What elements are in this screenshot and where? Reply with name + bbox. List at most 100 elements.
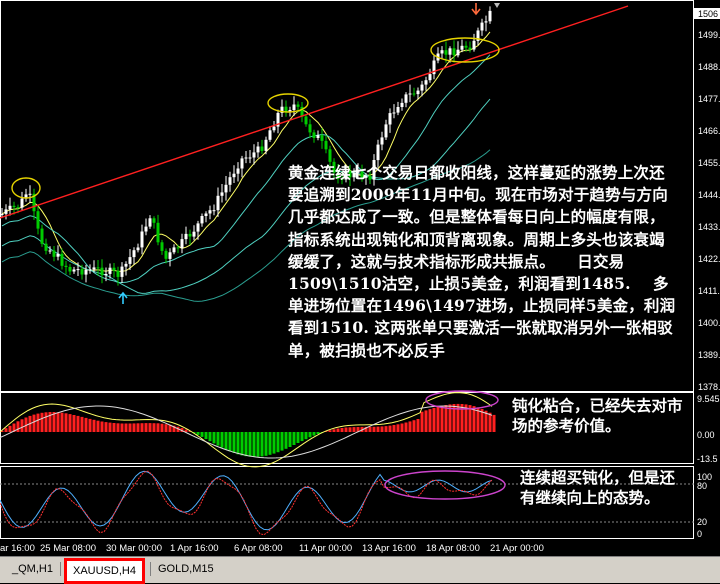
annotation-main: 黄金连续七个交易日都收阳线，这样蔓延的涨势上次还要追溯到2009年11月中旬。现… (288, 163, 676, 360)
time-label: 25 Mar 08:00 (40, 543, 96, 554)
macd-bar (112, 423, 116, 432)
candle-body (80, 269, 84, 275)
macd-bar (72, 415, 76, 432)
candle-body (156, 222, 160, 243)
candle-body (56, 253, 60, 257)
candle-body (252, 152, 256, 158)
candle-body (384, 124, 388, 138)
candle-body (304, 116, 308, 125)
macd-bar (208, 432, 212, 442)
tab-qm-h1[interactable]: _QM,H1 (6, 560, 59, 578)
candle-body (468, 47, 472, 50)
candle-body (324, 140, 328, 150)
stoch-axis-label: 20 (697, 517, 707, 527)
macd-axis-label: 9.545 (697, 394, 720, 404)
time-label: 30 Mar 00:00 (106, 543, 162, 554)
candle-body (312, 132, 316, 138)
macd-bar (400, 423, 404, 432)
candle-body (296, 104, 300, 107)
price-label: 1433. (698, 222, 720, 232)
macd-bar (200, 432, 204, 437)
macd-bar (424, 410, 428, 432)
macd-bar (160, 423, 164, 432)
candle-body (180, 239, 184, 249)
macd-bar (256, 432, 260, 457)
candle-body (4, 209, 8, 214)
stoch-k-line (0, 470, 493, 531)
macd-bar (136, 423, 140, 432)
macd-bar (88, 418, 92, 432)
candle-body (216, 195, 220, 211)
stoch-axis-label: 80 (697, 481, 707, 491)
candle-body (320, 135, 324, 141)
macd-bar (368, 426, 372, 432)
candle-body (16, 207, 20, 209)
candle-body (76, 269, 80, 271)
time-axis: ar 16:00 25 Mar 08:00 30 Mar 00:00 1 Apr… (0, 543, 544, 554)
macd-bar (336, 428, 340, 432)
macd-bar (148, 423, 152, 432)
price-label: 1389. (698, 350, 720, 360)
macd-bar (92, 419, 96, 432)
candle-body (460, 45, 464, 50)
macd-bar (456, 403, 460, 432)
candle-body (96, 267, 100, 269)
macd-axis: 9.545 0.00 -13.5 (697, 394, 720, 464)
candle-body (220, 192, 224, 196)
macd-bar (332, 429, 336, 432)
candle-body (12, 205, 16, 208)
macd-bar (212, 432, 216, 444)
tab-xauusd-h4[interactable]: XAUUSD,H4 (64, 558, 145, 584)
macd-bar (420, 411, 424, 432)
candle-body (204, 213, 208, 216)
candle-body (260, 146, 264, 151)
candle-body (264, 139, 268, 151)
tab-gold-m15[interactable]: GOLD,M15 (152, 560, 220, 578)
candle-body (124, 263, 128, 267)
macd-bar (132, 423, 136, 432)
macd-bar (492, 414, 496, 432)
macd-bar (440, 405, 444, 432)
candle-body (420, 84, 424, 91)
candle-body (240, 158, 244, 169)
candle-body (148, 218, 152, 227)
macd-bar (268, 432, 272, 455)
candle-body (376, 144, 380, 161)
macd-bar (32, 414, 36, 432)
macd-bar (156, 423, 160, 432)
candle-body (152, 218, 156, 223)
macd-bar (216, 432, 220, 446)
candle-body (192, 231, 196, 237)
macd-bar (20, 419, 24, 432)
candle-body (52, 250, 56, 257)
macd-bar (384, 426, 388, 432)
candle-body (176, 247, 180, 249)
price-label: 1378. (698, 382, 720, 392)
time-label: 13 Apr 16:00 (362, 543, 416, 554)
candle-body (396, 107, 400, 113)
macd-bar (196, 432, 200, 435)
macd-bar (428, 409, 432, 432)
candle-body (328, 149, 332, 162)
candle-body (8, 205, 12, 210)
macd-bar (444, 405, 448, 432)
macd-bar (284, 432, 288, 449)
time-label: 1 Apr 16:00 (170, 543, 219, 554)
macd-bar (152, 423, 156, 432)
macd-bar (240, 432, 244, 456)
candle-body (144, 226, 148, 232)
macd-bar (248, 432, 252, 457)
candle-body (400, 102, 404, 107)
candle-body (60, 253, 64, 266)
macd-bar (296, 432, 300, 443)
candle-body (268, 130, 272, 140)
macd-bar (388, 425, 392, 432)
candle-body (232, 173, 236, 178)
candle-body (480, 22, 484, 31)
macd-bar (344, 427, 348, 432)
macd-bar (244, 432, 248, 457)
stoch-axis-label: 0 (697, 529, 702, 539)
candle-body (308, 124, 312, 133)
candle-body (484, 21, 488, 23)
macd-bar (432, 407, 436, 432)
